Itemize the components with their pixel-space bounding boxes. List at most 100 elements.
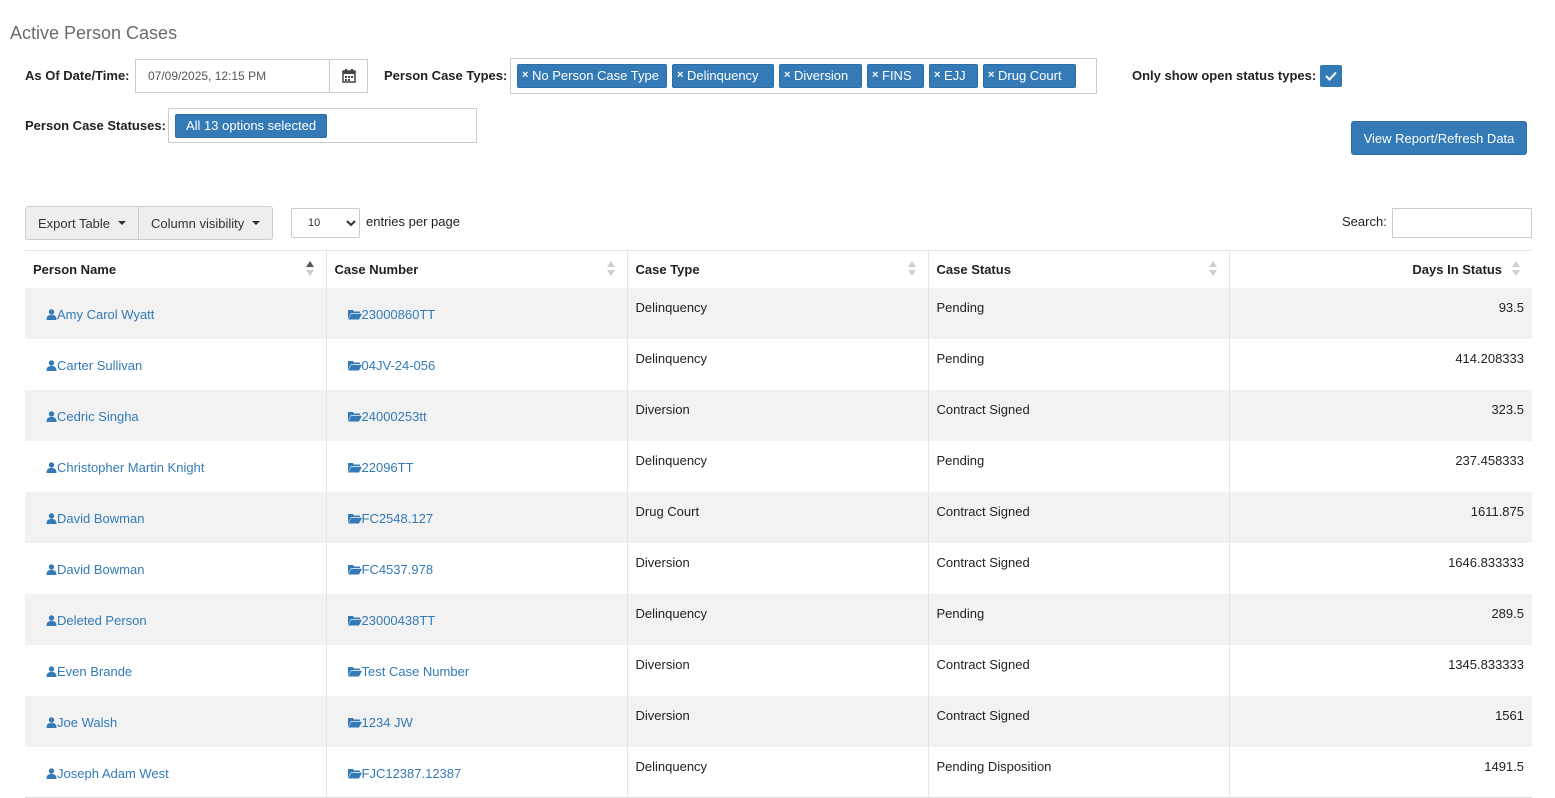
search-input[interactable]	[1392, 208, 1532, 238]
case-number-cell: Test Case Number	[325, 644, 627, 696]
column-header-days-in-status[interactable]: Days In Status	[1228, 250, 1532, 288]
user-icon	[46, 614, 57, 626]
view-report-button[interactable]: View Report/Refresh Data	[1351, 121, 1527, 155]
export-table-button[interactable]: Export Table	[25, 206, 140, 240]
column-header-case-status[interactable]: Case Status	[927, 250, 1229, 288]
table-row: Deleted Person 23000438TT Delinquency Pendi…	[25, 593, 1532, 645]
close-icon[interactable]: ×	[872, 65, 878, 85]
case-type-cell: Delinquency	[626, 593, 928, 645]
table-row: Joe Walsh 1234 JW Diversion Contract Signed…	[25, 695, 1532, 747]
case-types-multiselect[interactable]: × No Person Case Type × Delinquency × Diver…	[510, 58, 1097, 94]
statuses-summary-tag: All 13 options selected	[175, 114, 328, 138]
days-in-status-cell: 1491.5	[1228, 746, 1532, 798]
table-row: Joseph Adam West FJC12387.12387 Delinquenc…	[25, 746, 1532, 798]
days-in-status-cell: 414.208333	[1228, 338, 1532, 390]
close-icon[interactable]: ×	[934, 65, 940, 85]
case-link[interactable]: FJC12387.12387	[347, 766, 461, 781]
case-statuses-multiselect[interactable]: All 13 options selected	[168, 108, 477, 143]
case-link[interactable]: 04JV-24-056	[347, 358, 435, 373]
open-only-checkbox[interactable]	[1320, 65, 1342, 87]
folder-open-icon	[347, 768, 362, 778]
case-number-cell: 24000253tt	[325, 389, 627, 441]
as-of-datetime-input[interactable]	[136, 60, 329, 92]
as-of-datetime-picker	[135, 59, 368, 93]
person-name-cell: Cedric Singha	[25, 389, 326, 441]
folder-open-icon	[347, 309, 362, 319]
case-type-tag: × Delinquency	[672, 64, 774, 88]
sort-icon	[1208, 261, 1217, 277]
sort-icon	[907, 261, 916, 277]
person-link[interactable]: Even Brande	[46, 664, 132, 679]
person-name-cell: David Bowman	[25, 491, 326, 543]
folder-open-icon	[347, 717, 362, 727]
case-link[interactable]: 23000438TT	[347, 613, 435, 628]
folder-open-icon	[347, 360, 362, 370]
table-row: David Bowman FC2548.127 Drug Court Contract…	[25, 491, 1532, 543]
days-in-status-cell: 1345.833333	[1228, 644, 1532, 696]
person-name-cell: Amy Carol Wyatt	[25, 287, 326, 339]
case-link[interactable]: 1234 JW	[347, 715, 413, 730]
person-name-cell: David Bowman	[25, 542, 326, 594]
days-in-status-cell: 1646.833333	[1228, 542, 1532, 594]
person-name-cell: Joe Walsh	[25, 695, 326, 747]
case-link[interactable]: 22096TT	[347, 460, 414, 475]
close-icon[interactable]: ×	[522, 65, 528, 85]
close-icon[interactable]: ×	[677, 65, 683, 85]
person-name-cell: Christopher Martin Knight	[25, 440, 326, 492]
days-in-status-cell: 289.5	[1228, 593, 1532, 645]
column-header-case-number[interactable]: Case Number	[325, 250, 627, 288]
case-status-cell: Contract Signed	[927, 389, 1229, 441]
column-header-case-type[interactable]: Case Type	[626, 250, 928, 288]
case-link[interactable]: FC2548.127	[347, 511, 433, 526]
case-link[interactable]: 24000253tt	[347, 409, 427, 424]
days-in-status-cell: 323.5	[1228, 389, 1532, 441]
user-icon	[46, 563, 57, 575]
case-number-cell: FJC12387.12387	[325, 746, 627, 798]
search-label: Search:	[1342, 214, 1387, 229]
person-link[interactable]: Cedric Singha	[46, 409, 139, 424]
user-icon	[46, 665, 57, 677]
case-type-tag: × Diversion	[779, 64, 862, 88]
person-link[interactable]: Deleted Person	[46, 613, 147, 628]
calendar-icon	[341, 69, 356, 83]
days-in-status-cell: 1611.875	[1228, 491, 1532, 543]
table-row: Christopher Martin Knight 22096TT Delinque…	[25, 440, 1532, 492]
table-row: Cedric Singha 24000253tt Diversion Contract…	[25, 389, 1532, 441]
person-link[interactable]: Joseph Adam West	[46, 766, 169, 781]
person-link[interactable]: David Bowman	[46, 562, 144, 577]
column-visibility-button[interactable]: Column visibility	[139, 206, 274, 240]
case-number-cell: 23000860TT	[325, 287, 627, 339]
open-only-label: Only show open status types:	[1132, 68, 1317, 83]
folder-open-icon	[347, 615, 362, 625]
person-link[interactable]: Christopher Martin Knight	[46, 460, 204, 475]
case-link[interactable]: Test Case Number	[347, 664, 469, 679]
table-row: Carter Sullivan 04JV-24-056 Delinquency Pen…	[25, 338, 1532, 390]
case-link[interactable]: FC4537.978	[347, 562, 433, 577]
case-number-cell: FC2548.127	[325, 491, 627, 543]
case-status-cell: Contract Signed	[927, 542, 1229, 594]
case-type-cell: Diversion	[626, 695, 928, 747]
calendar-button[interactable]	[329, 60, 367, 92]
person-link[interactable]: Amy Carol Wyatt	[46, 307, 154, 322]
case-status-cell: Pending	[927, 338, 1229, 390]
caret-down-icon	[252, 221, 261, 225]
close-icon[interactable]: ×	[784, 65, 790, 85]
caret-down-icon	[118, 221, 127, 225]
column-header-person-name[interactable]: Person Name	[25, 250, 326, 288]
person-link[interactable]: Carter Sullivan	[46, 358, 142, 373]
case-status-cell: Pending	[927, 440, 1229, 492]
check-icon	[1325, 71, 1337, 81]
person-link[interactable]: David Bowman	[46, 511, 144, 526]
folder-open-icon	[347, 411, 362, 421]
folder-open-icon	[347, 666, 362, 676]
entries-per-page-select[interactable]: 10	[291, 208, 360, 238]
close-icon[interactable]: ×	[988, 65, 994, 85]
case-type-cell: Delinquency	[626, 338, 928, 390]
case-link[interactable]: 23000860TT	[347, 307, 435, 322]
case-type-cell: Delinquency	[626, 440, 928, 492]
case-type-cell: Drug Court	[626, 491, 928, 543]
case-type-cell: Delinquency	[626, 287, 928, 339]
case-number-cell: 1234 JW	[325, 695, 627, 747]
person-link[interactable]: Joe Walsh	[46, 715, 117, 730]
case-number-cell: FC4537.978	[325, 542, 627, 594]
